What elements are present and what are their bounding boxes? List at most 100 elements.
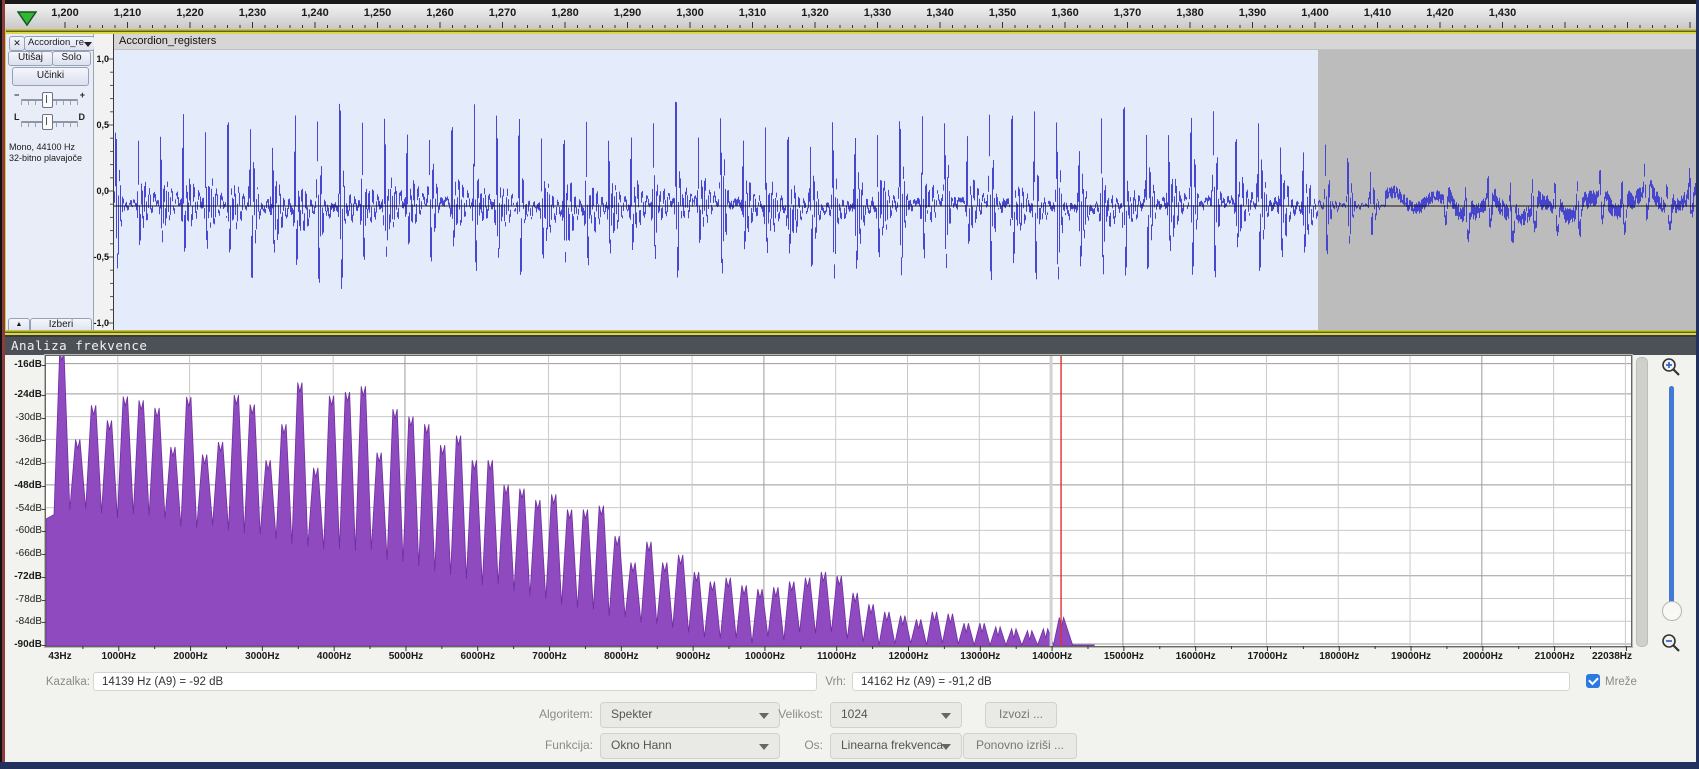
ruler-tick-label: 1,330 bbox=[856, 7, 900, 19]
frequency-axis-label: 17000Hz bbox=[1232, 651, 1302, 662]
frequency-window-titlebar[interactable]: Analiza frekvence bbox=[5, 337, 1696, 355]
db-axis-tick bbox=[42, 440, 46, 441]
ruler-tick-label: 1,290 bbox=[606, 7, 650, 19]
amplitude-scale-label: -1,0 bbox=[90, 318, 109, 328]
timeline-ruler[interactable]: 1,2001,2101,2201,2301,2401,2501,2601,270… bbox=[0, 4, 1699, 30]
chevron-down-icon bbox=[84, 42, 92, 47]
db-axis-tick bbox=[42, 486, 46, 487]
amplitude-scale-label: 1,0 bbox=[90, 54, 109, 64]
track-focus-border-top bbox=[3, 29, 1699, 34]
spectrum-plot[interactable] bbox=[46, 356, 1631, 646]
algorithm-label: Algoritem: bbox=[483, 707, 593, 721]
ruler-tick-label: 1,260 bbox=[418, 7, 462, 19]
desktop-bottom bbox=[0, 762, 1699, 769]
plot-scrollbar[interactable] bbox=[1636, 357, 1648, 647]
frequency-window-title: Analiza frekvence bbox=[11, 338, 147, 353]
frequency-axis-label: 19000Hz bbox=[1376, 651, 1446, 662]
amplitude-scale-label: -0,5 bbox=[90, 252, 109, 262]
clip-title-strip[interactable]: Accordion_registers bbox=[114, 34, 1699, 50]
gain-slider[interactable]: − + bbox=[14, 90, 85, 106]
amplitude-scale-label: 0,5 bbox=[90, 120, 109, 130]
redraw-button[interactable]: Ponovno izriši ... bbox=[963, 733, 1077, 759]
db-axis-tick bbox=[42, 554, 46, 555]
axis-label: Os: bbox=[735, 738, 823, 752]
ruler-tick-label: 1,210 bbox=[106, 7, 150, 19]
cursor-value-field[interactable] bbox=[93, 672, 817, 691]
window-edge-top bbox=[0, 0, 1699, 4]
db-axis-tick bbox=[42, 509, 46, 510]
peak-label: Vrh: bbox=[800, 676, 846, 688]
ruler-tick-label: 1,320 bbox=[793, 7, 837, 19]
waveform-display[interactable]: Accordion_registers bbox=[114, 34, 1699, 334]
db-axis-label: -42dB bbox=[2, 457, 42, 468]
audacity-window: 1,2001,2101,2201,2301,2401,2501,2601,270… bbox=[0, 0, 1699, 769]
frequency-axis-label: 20000Hz bbox=[1448, 651, 1518, 662]
playhead-marker[interactable] bbox=[17, 10, 37, 27]
db-axis-label: -16dB bbox=[2, 359, 42, 370]
ruler-tick-label: 1,300 bbox=[668, 7, 712, 19]
db-axis-label: -48dB bbox=[2, 480, 42, 491]
ruler-tick-label: 1,280 bbox=[543, 7, 587, 19]
ruler-tick-label: 1,270 bbox=[481, 7, 525, 19]
solo-button[interactable]: Solo bbox=[52, 51, 91, 66]
frequency-axis-label: 6000Hz bbox=[443, 651, 513, 662]
amplitude-scale-label: 0,0 bbox=[90, 186, 109, 196]
function-value: Okno Hann bbox=[611, 738, 672, 752]
zoom-slider[interactable] bbox=[1669, 386, 1674, 604]
close-track-button[interactable]: ✕ bbox=[9, 36, 25, 51]
cursor-label: Kazalka: bbox=[30, 676, 90, 688]
amplitude-ticks bbox=[94, 34, 113, 334]
db-axis-label: -36dB bbox=[2, 434, 42, 445]
track-name-dropdown[interactable]: Accordion_re bbox=[24, 36, 95, 51]
frequency-axis-label: 9000Hz bbox=[658, 651, 728, 662]
db-axis-tick bbox=[42, 418, 46, 419]
pan-left-label: L bbox=[14, 112, 20, 122]
export-button[interactable]: Izvozi ... bbox=[985, 702, 1057, 728]
axis-value: Linearna frekvenca bbox=[841, 738, 943, 752]
db-axis-label: -30dB bbox=[2, 412, 42, 423]
frequency-axis-label: 8000Hz bbox=[586, 651, 656, 662]
function-label: Funkcija: bbox=[483, 738, 593, 752]
gain-plus-label: + bbox=[80, 90, 85, 100]
db-axis-label: -84dB bbox=[2, 616, 42, 627]
chevron-down-icon bbox=[941, 744, 951, 750]
frequency-axis-label: 13000Hz bbox=[945, 651, 1015, 662]
zoom-out-icon[interactable] bbox=[1660, 632, 1682, 654]
grids-checkbox[interactable] bbox=[1586, 674, 1600, 688]
db-axis-label: -66dB bbox=[2, 548, 42, 559]
mute-button[interactable]: Utišaj bbox=[8, 51, 53, 66]
pan-slider-thumb[interactable] bbox=[42, 114, 53, 130]
db-axis-tick bbox=[42, 600, 46, 601]
db-axis-label: -90dB bbox=[2, 639, 42, 650]
ruler-tick-label: 1,200 bbox=[43, 7, 87, 19]
size-value: 1024 bbox=[841, 707, 868, 721]
ruler-tick-label: 1,250 bbox=[356, 7, 400, 19]
zoom-slider-thumb[interactable] bbox=[1662, 601, 1682, 621]
gain-minus-label: − bbox=[14, 90, 19, 100]
ruler-tick-label: 1,400 bbox=[1293, 7, 1337, 19]
pan-slider[interactable]: L D bbox=[14, 112, 85, 128]
db-axis-tick bbox=[42, 645, 46, 646]
db-axis-tick bbox=[42, 531, 46, 532]
gain-slider-thumb[interactable] bbox=[42, 92, 53, 108]
db-axis-tick bbox=[42, 365, 46, 366]
db-axis-label: -72dB bbox=[2, 571, 42, 582]
ruler-tick-label: 1,370 bbox=[1106, 7, 1150, 19]
frequency-axis-label: 7000Hz bbox=[515, 651, 585, 662]
clip-name-label: Accordion_registers bbox=[119, 35, 216, 47]
frequency-axis-label: 10000Hz bbox=[730, 651, 800, 662]
ruler-tick-label: 1,240 bbox=[293, 7, 337, 19]
amplitude-scale[interactable]: 1,00,50,0-0,5-1,0 bbox=[94, 34, 114, 334]
waveform-graph bbox=[114, 49, 1699, 334]
ruler-tick-label: 1,310 bbox=[731, 7, 775, 19]
effects-button[interactable]: Učinki bbox=[12, 67, 89, 86]
db-axis-label: -60dB bbox=[2, 525, 42, 536]
size-dropdown[interactable]: 1024 bbox=[830, 702, 962, 728]
peak-value-field[interactable] bbox=[852, 672, 1570, 691]
zoom-in-icon[interactable] bbox=[1660, 356, 1682, 378]
ruler-tick-label: 1,220 bbox=[168, 7, 212, 19]
axis-dropdown[interactable]: Linearna frekvenca bbox=[830, 733, 962, 759]
ruler-tick-label: 1,430 bbox=[1481, 7, 1525, 19]
db-axis-label: -54dB bbox=[2, 503, 42, 514]
ruler-tick-label: 1,380 bbox=[1168, 7, 1212, 19]
